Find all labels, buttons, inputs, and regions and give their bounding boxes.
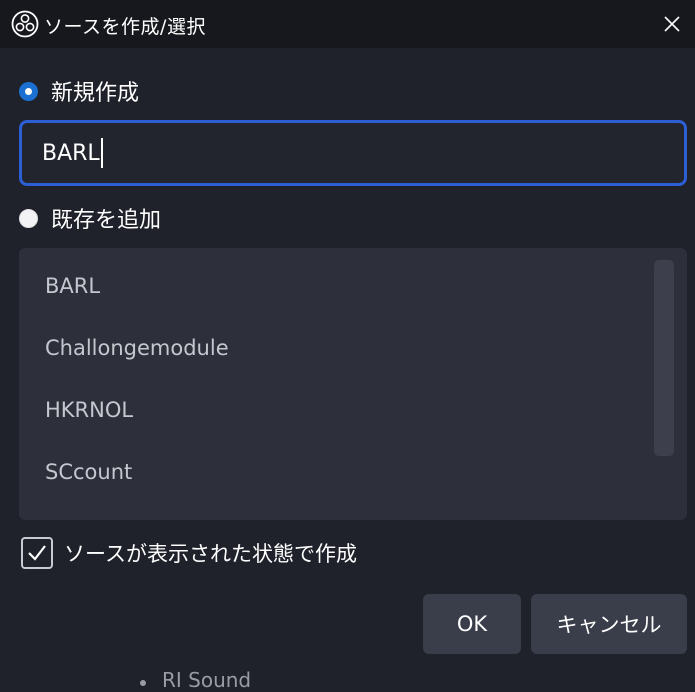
background-bullet	[140, 680, 146, 686]
text-caret	[100, 138, 103, 168]
create-new-radio-option[interactable]: 新規作成	[19, 75, 139, 107]
background-partial-text: RI Sound	[162, 668, 252, 692]
title-bar: ソースを作成/選択	[0, 0, 695, 48]
add-existing-radio-option[interactable]: 既存を追加	[19, 202, 161, 234]
existing-sources-list[interactable]: BARL Challongemodule HKRNOL SCcount	[19, 248, 687, 520]
source-name-input[interactable]: BARL	[19, 120, 687, 186]
add-existing-label: 既存を追加	[51, 208, 162, 233]
checkmark-icon	[28, 545, 46, 561]
cancel-button[interactable]: キャンセル	[531, 594, 687, 654]
list-item[interactable]: HKRNOL	[45, 398, 133, 422]
add-existing-radio[interactable]	[19, 208, 38, 228]
create-new-radio[interactable]	[19, 81, 38, 101]
source-name-value: BARL	[42, 140, 100, 166]
obs-logo-icon	[11, 10, 39, 38]
ok-button[interactable]: OK	[423, 594, 521, 654]
scrollbar-thumb[interactable]	[654, 260, 674, 456]
list-item[interactable]: BARL	[45, 274, 100, 298]
dialog-title: ソースを作成/選択	[44, 16, 206, 38]
make-visible-label: ソースが表示された状態で作成	[64, 542, 357, 566]
create-new-label: 新規作成	[51, 81, 140, 106]
list-item[interactable]: SCcount	[45, 460, 132, 484]
close-button[interactable]	[649, 0, 695, 48]
make-visible-checkbox-row[interactable]: ソースが表示された状態で作成	[21, 537, 357, 569]
close-icon	[664, 16, 680, 32]
list-item[interactable]: Challongemodule	[45, 336, 229, 360]
make-visible-checkbox[interactable]	[21, 537, 53, 569]
